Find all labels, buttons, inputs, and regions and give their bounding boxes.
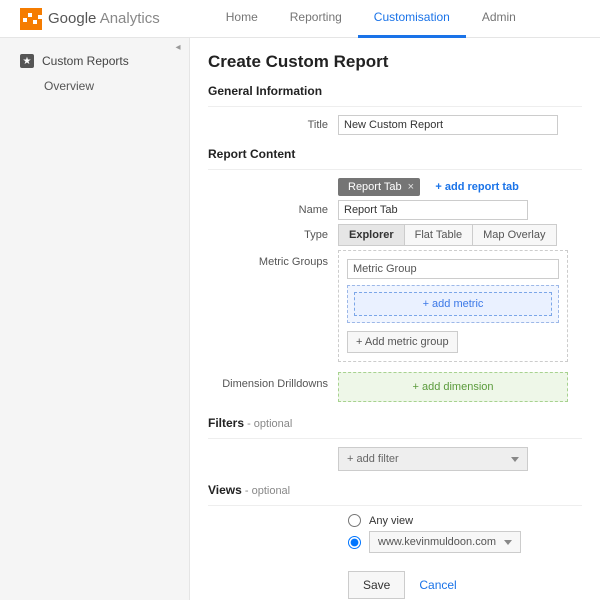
chevron-down-icon [504, 540, 512, 545]
sidebar: ◂ ★ Custom Reports Overview [0, 38, 190, 600]
dimension-label: Dimension Drilldowns [208, 372, 338, 390]
report-tab-label: Report Tab [348, 181, 402, 193]
cancel-link[interactable]: Cancel [419, 578, 456, 592]
section-views: Views - optional [208, 483, 582, 497]
save-button[interactable]: Save [348, 571, 405, 599]
view-dropdown[interactable]: www.kevinmuldoon.com [369, 531, 521, 553]
nav-admin[interactable]: Admin [466, 0, 532, 38]
title-label: Title [208, 119, 338, 131]
divider [208, 106, 582, 107]
section-filters: Filters - optional [208, 416, 582, 430]
page-title: Create Custom Report [208, 52, 582, 72]
add-metric-button[interactable]: + add metric [354, 292, 552, 316]
nav-customisation[interactable]: Customisation [358, 0, 466, 38]
name-label: Name [208, 204, 338, 216]
report-tab-pill[interactable]: Report Tab × [338, 178, 420, 196]
selected-view-label: www.kevinmuldoon.com [378, 536, 496, 548]
sidebar-item-custom-reports[interactable]: ★ Custom Reports [0, 48, 189, 74]
logo: Google Analytics [20, 8, 160, 30]
metric-groups-label: Metric Groups [208, 250, 338, 268]
sidebar-sub-overview[interactable]: Overview [0, 74, 189, 98]
add-dimension-button[interactable]: + add dimension [338, 372, 568, 402]
top-nav: Home Reporting Customisation Admin [210, 0, 532, 38]
metric-inner: + add metric [347, 285, 559, 323]
type-label: Type [208, 229, 338, 241]
main-area: ◂ ★ Custom Reports Overview Create Custo… [0, 38, 600, 600]
metric-group-name[interactable]: Metric Group [347, 259, 559, 279]
add-report-tab-link[interactable]: + add report tab [435, 181, 518, 193]
divider [208, 505, 582, 506]
name-input[interactable] [338, 200, 528, 220]
nav-home[interactable]: Home [210, 0, 274, 38]
add-filter-label: + add filter [347, 453, 399, 465]
view-radio-specific[interactable] [348, 536, 361, 549]
sidebar-item-label: Custom Reports [42, 54, 129, 68]
divider [208, 438, 582, 439]
section-general: General Information [208, 84, 582, 98]
close-icon[interactable]: × [408, 181, 414, 193]
type-segmented: Explorer Flat Table Map Overlay [338, 224, 557, 246]
star-icon: ★ [20, 54, 34, 68]
collapse-sidebar-icon[interactable]: ◂ [171, 42, 185, 56]
nav-reporting[interactable]: Reporting [274, 0, 358, 38]
chevron-down-icon [511, 457, 519, 462]
type-flat-table[interactable]: Flat Table [404, 224, 474, 246]
type-explorer[interactable]: Explorer [338, 224, 405, 246]
analytics-logo-icon [20, 8, 42, 30]
top-bar: Google Analytics Home Reporting Customis… [0, 0, 600, 38]
brand-name: Google Analytics [48, 10, 160, 27]
any-view-label: Any view [369, 515, 413, 527]
section-report-content: Report Content [208, 147, 582, 161]
content: Create Custom Report General Information… [190, 38, 600, 600]
title-input[interactable] [338, 115, 558, 135]
view-radio-any[interactable] [348, 514, 361, 527]
metric-groups-box: Metric Group + add metric + Add metric g… [338, 250, 568, 362]
form-actions: Save Cancel [348, 571, 582, 599]
add-filter-dropdown[interactable]: + add filter [338, 447, 528, 471]
divider [208, 169, 582, 170]
add-metric-group-button[interactable]: + Add metric group [347, 331, 458, 353]
type-map-overlay[interactable]: Map Overlay [472, 224, 556, 246]
